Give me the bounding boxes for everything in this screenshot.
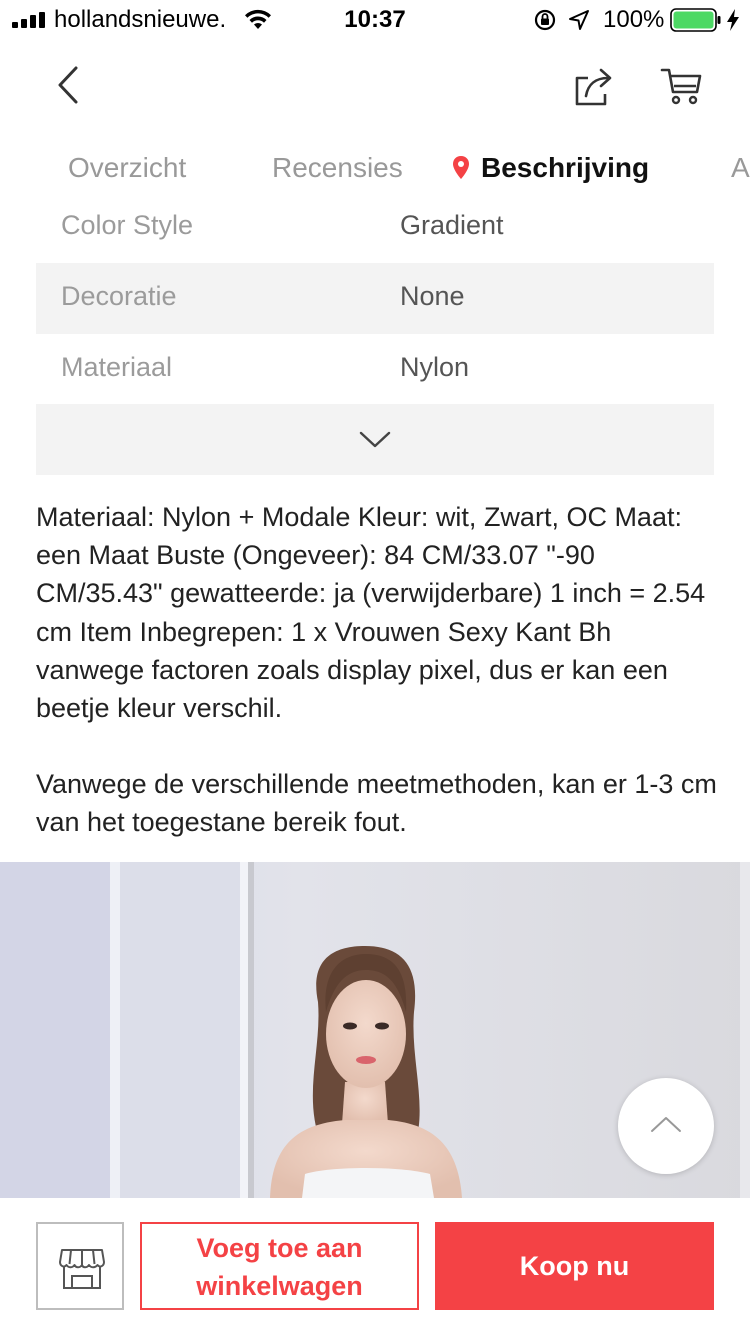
battery-icon: [670, 8, 721, 32]
buy-now-button[interactable]: Koop nu: [435, 1222, 714, 1310]
spec-row: Decoratie None: [36, 263, 714, 334]
chevron-up-icon: [651, 1117, 681, 1132]
spec-row: Materiaal Nylon: [36, 334, 714, 405]
share-button[interactable]: [572, 64, 616, 108]
section-tabs: Overzicht Recensies Beschrijving A: [0, 140, 750, 198]
store-button[interactable]: [36, 1222, 124, 1310]
spec-value: None: [400, 281, 465, 311]
status-bar: hollandsnieuwe. 10:37 100%: [0, 0, 750, 40]
product-description: Materiaal: Nylon + Modale Kleur: wit, Zw…: [36, 498, 726, 842]
bottom-action-bar: Voeg toe aan winkelwagen Koop nu: [0, 1198, 750, 1334]
spec-value: Gradient: [400, 210, 504, 240]
battery-percent: 100%: [603, 6, 665, 33]
add-to-cart-label-line1: Voeg toe aan: [196, 1233, 363, 1263]
rotation-lock-icon: [534, 9, 556, 31]
scroll-to-top-button[interactable]: [618, 1078, 714, 1174]
tab-more[interactable]: A: [731, 152, 750, 184]
chevron-down-icon: [359, 431, 391, 448]
spec-key: Decoratie: [61, 281, 177, 311]
tab-recensies[interactable]: Recensies: [272, 152, 403, 184]
spec-row: Color Style Gradient: [36, 192, 714, 263]
tab-overzicht[interactable]: Overzicht: [68, 152, 186, 184]
description-paragraph: Vanwege de verschillende meetmethoden, k…: [36, 769, 717, 838]
chevron-left-icon: [58, 66, 78, 104]
cart-icon: [660, 68, 702, 105]
charging-bolt-icon: [727, 9, 739, 31]
description-paragraph: Materiaal: Nylon + Modale Kleur: wit, Zw…: [36, 502, 706, 724]
add-to-cart-button[interactable]: Voeg toe aan winkelwagen: [140, 1222, 419, 1310]
tab-beschrijving[interactable]: Beschrijving: [481, 152, 649, 184]
add-to-cart-label-line2: winkelwagen: [196, 1271, 363, 1301]
back-button[interactable]: [48, 60, 88, 110]
location-pin-icon: [453, 156, 469, 179]
spec-key: Materiaal: [61, 352, 173, 382]
location-arrow-icon: [569, 10, 589, 30]
expand-specs-button[interactable]: [36, 404, 714, 475]
store-icon: [59, 1249, 105, 1289]
spec-key: Color Style: [61, 210, 194, 240]
share-icon: [575, 68, 612, 106]
cart-button[interactable]: [660, 64, 704, 108]
spec-value: Nylon: [400, 352, 470, 382]
